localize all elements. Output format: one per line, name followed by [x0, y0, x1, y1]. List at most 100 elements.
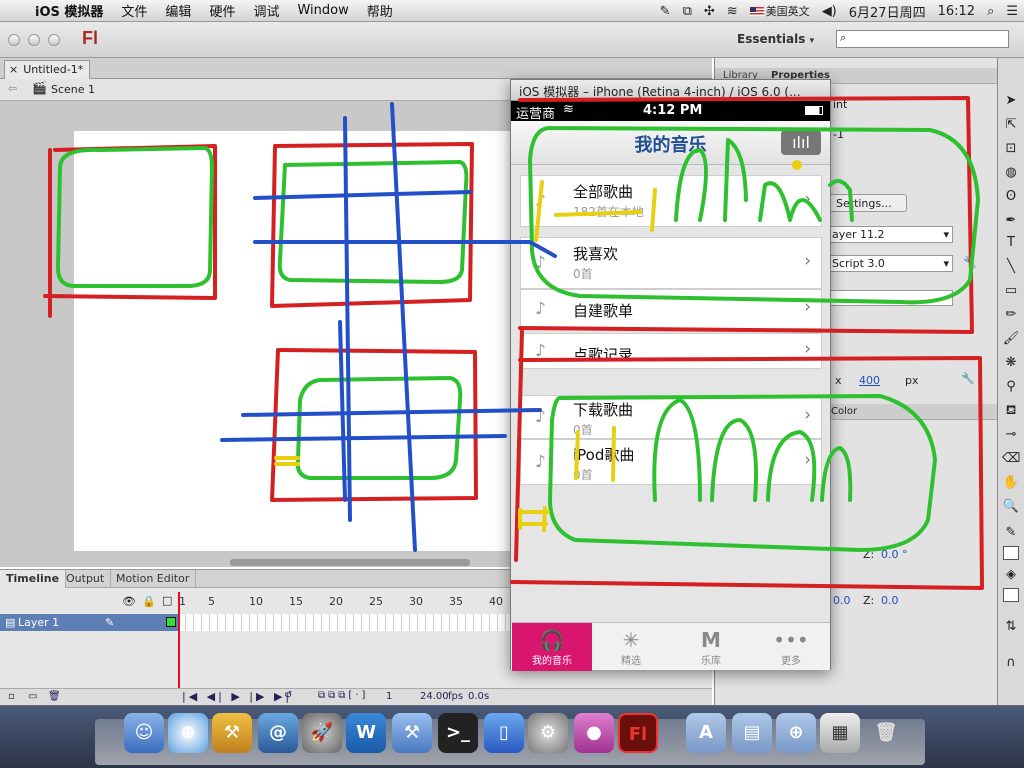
selection-tool-icon[interactable]: ➤	[1002, 92, 1020, 110]
app-menu[interactable]: iOS 模拟器	[26, 1, 112, 20]
text-tool-icon[interactable]: T	[1002, 234, 1020, 252]
spotlight-search-icon[interactable]: ⌕	[981, 4, 1000, 19]
z-position-value[interactable]: 0.0	[881, 594, 899, 607]
back-arrow-icon[interactable]: ⇦	[8, 82, 17, 95]
line-tool-icon[interactable]: ╲	[1002, 258, 1020, 276]
y-value[interactable]: 0.0	[833, 594, 851, 607]
menu-edit[interactable]: 编辑	[156, 1, 200, 20]
subselection-tool-icon[interactable]: ⇱	[1002, 116, 1020, 134]
mirror-icon[interactable]: ⧉	[677, 4, 698, 19]
equalizer-button[interactable]: ılıl	[781, 130, 821, 155]
playback-controls[interactable]: |◀ ◀| ▶ |▶ ▶|	[182, 690, 292, 703]
window-close-button[interactable]	[8, 34, 20, 46]
window-zoom-button[interactable]	[48, 34, 60, 46]
stage-canvas[interactable]	[74, 131, 528, 551]
menu-window[interactable]: Window	[288, 3, 357, 18]
workspace-switcher[interactable]: Essentials ▾	[737, 32, 814, 46]
window-minimize-button[interactable]	[28, 34, 40, 46]
stage-width-value[interactable]: 400	[859, 374, 880, 387]
pen-icon[interactable]: ✒	[1002, 212, 1020, 230]
snap-magnet-icon[interactable]: ∩	[1002, 654, 1020, 672]
z-rotation-value[interactable]: 0.0 °	[881, 548, 908, 561]
3d-rotation-icon[interactable]: ◍	[1002, 164, 1020, 182]
lasso-icon[interactable]: ʘ	[1002, 188, 1020, 206]
eraser-icon[interactable]: ⌫	[1002, 450, 1020, 468]
wifi-icon[interactable]: ≋	[721, 4, 744, 19]
list-item-ipod[interactable]: ♪ iPod歌曲 0首 ›	[520, 439, 822, 485]
wrench-icon[interactable]: 🔧	[961, 372, 975, 385]
contacts-icon[interactable]: @	[258, 713, 298, 753]
terminal-icon[interactable]: >_	[438, 713, 478, 753]
instruments-icon[interactable]: ⚒	[212, 713, 252, 753]
launchpad-icon[interactable]: 🚀	[302, 713, 342, 753]
lock-icon[interactable]: 🔒	[142, 595, 156, 608]
word-icon[interactable]: W	[346, 713, 386, 753]
tab-motion-editor[interactable]: Motion Editor	[110, 570, 197, 588]
layer-name[interactable]: Layer 1	[18, 616, 59, 629]
tab-library[interactable]: M 乐库	[671, 623, 751, 671]
free-transform-icon[interactable]: ⊡	[1002, 140, 1020, 158]
publish-settings-button[interactable]: Settings...	[827, 194, 907, 212]
menu-debug[interactable]: 调试	[244, 1, 288, 20]
loop-icon[interactable]: ↺	[284, 690, 292, 701]
brush-tool-icon[interactable]: 🖌	[1002, 330, 1020, 348]
eyedropper-icon[interactable]: ⊸	[1002, 426, 1020, 444]
ios-simulator-icon[interactable]: ▯	[484, 713, 524, 753]
list-item-downloads[interactable]: ♪ 下载歌曲 0首 ›	[520, 395, 822, 439]
applications-folder-icon[interactable]: A	[686, 713, 726, 753]
list-item-history[interactable]: ♪ 点歌记录 ›	[520, 333, 822, 369]
hand-tool-icon[interactable]: ✋	[1002, 474, 1020, 492]
outline-icon[interactable]: □	[162, 594, 172, 607]
horizontal-scrollbar[interactable]	[230, 559, 470, 566]
swap-colors-icon[interactable]: ⇅	[1002, 618, 1020, 636]
tab-output[interactable]: Output	[60, 570, 112, 588]
deco-tool-icon[interactable]: ❋	[1002, 354, 1020, 372]
xcode-icon[interactable]: ⚒	[392, 713, 432, 753]
stroke-color-icon[interactable]: ✎	[1002, 524, 1020, 542]
rectangle-tool-icon[interactable]: ▭	[1002, 282, 1020, 300]
onion-skin-icons[interactable]: ⧉⧉⧉[·]	[318, 690, 368, 701]
list-item-all-songs[interactable]: ♪ 全部歌曲 182首在本地 ›	[520, 175, 822, 227]
pencil-tool-icon[interactable]: ✏	[1002, 306, 1020, 324]
finder-icon[interactable]: ☺	[124, 713, 164, 753]
tab-color[interactable]: Color	[831, 406, 857, 417]
close-tab-icon[interactable]: ×	[9, 63, 18, 76]
help-search-input[interactable]: ⌕	[836, 30, 1009, 48]
pill-app-icon[interactable]: ●	[574, 713, 614, 753]
eye-icon[interactable]: 👁	[122, 595, 136, 608]
tab-more[interactable]: ••• 更多	[751, 623, 831, 671]
volume-icon[interactable]: ◀)	[816, 4, 843, 19]
fill-color-swatch[interactable]	[1003, 588, 1019, 602]
player-select[interactable]: ayer 11.2 ▾	[827, 226, 953, 243]
bone-tool-icon[interactable]: ⚲	[1002, 378, 1020, 396]
menubar-time[interactable]: 16:12	[932, 4, 981, 19]
wrench-icon[interactable]: 🔧	[963, 256, 977, 269]
menubar-date[interactable]: 6月27日周四	[843, 2, 932, 21]
list-item-favorites[interactable]: ♪ 我喜欢 0首 ›	[520, 237, 822, 289]
tab-untitled-1[interactable]: × Untitled-1*	[4, 60, 90, 79]
notification-list-icon[interactable]: ☰	[1000, 4, 1024, 19]
fill-color-icon[interactable]: ◈	[1002, 566, 1020, 584]
stroke-color-swatch[interactable]	[1003, 546, 1019, 560]
tab-featured[interactable]: ✳ 精选	[591, 623, 671, 671]
list-item-playlists[interactable]: ♪ 自建歌单 ›	[520, 289, 822, 329]
tab-my-music[interactable]: 🎧 我的音乐	[512, 623, 592, 671]
trash-icon[interactable]: 🗑	[866, 713, 906, 753]
downloads-folder-icon[interactable]: ⊕	[776, 713, 816, 753]
safari-icon[interactable]: ⊕	[168, 713, 208, 753]
script-icon[interactable]: ✎	[654, 4, 677, 19]
fps-value[interactable]: 24.00	[420, 691, 449, 702]
menu-hardware[interactable]: 硬件	[200, 1, 244, 20]
bluetooth-icon[interactable]: ✣	[698, 4, 721, 19]
tab-timeline[interactable]: Timeline	[0, 570, 67, 588]
documents-folder-icon[interactable]: ▤	[732, 713, 772, 753]
menu-file[interactable]: 文件	[112, 1, 156, 20]
layer-row[interactable]: ▤ Layer 1 ✎	[0, 614, 178, 631]
zoom-tool-icon[interactable]: 🔍	[1002, 498, 1020, 516]
delete-layer-icon[interactable]: 🗑	[48, 691, 61, 702]
stack-folder-icon[interactable]: ▦	[820, 713, 860, 753]
paint-bucket-icon[interactable]: ⛾	[1002, 402, 1020, 420]
layer-color-swatch[interactable]	[166, 617, 176, 627]
input-source[interactable]: 美国英文	[744, 3, 816, 19]
system-preferences-icon[interactable]: ⚙	[528, 713, 568, 753]
